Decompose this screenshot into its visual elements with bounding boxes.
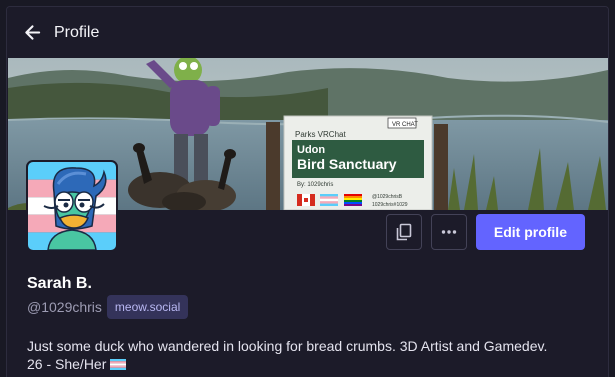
sign-line1: Udon xyxy=(297,144,325,156)
profile-panel: Profile Parks VRChat VR CHAT Udon Bird S… xyxy=(6,6,609,377)
page-title: Profile xyxy=(54,23,100,41)
copy-icon xyxy=(396,223,412,241)
sign-line2: Bird Sanctuary xyxy=(297,156,397,172)
display-name: Sarah B. xyxy=(27,275,92,292)
sign-credit: By: 1029chris xyxy=(297,182,333,188)
domain-badge[interactable]: meow.social xyxy=(106,295,189,319)
bio-line-1: Just some duck who wandered in looking f… xyxy=(27,338,548,354)
more-options-button[interactable] xyxy=(430,214,467,250)
sign-badge: VR CHAT xyxy=(392,122,418,128)
profile-bio: Just some duck who wandered in looking f… xyxy=(27,337,547,373)
sign-social-2: 1029chris#1029 xyxy=(372,202,408,208)
header-bar: Profile xyxy=(7,7,608,58)
ellipsis-icon xyxy=(441,230,457,234)
trans-flag-icon xyxy=(110,359,127,370)
back-button[interactable]: Profile xyxy=(23,23,99,42)
account-handle[interactable]: @1029chris xyxy=(27,299,102,315)
sign-brand: Parks VRChat xyxy=(295,130,346,139)
arrow-left-icon xyxy=(25,25,41,40)
edit-profile-button[interactable]: Edit profile xyxy=(475,214,585,250)
avatar[interactable] xyxy=(26,160,118,252)
bio-line-2: 26 - She/Her xyxy=(27,356,107,372)
duck-avatar-icon xyxy=(28,162,116,250)
profile-actions: Edit profile xyxy=(385,214,585,250)
sign-social-1: @1029chrisB xyxy=(372,194,403,200)
bio-line-2-row: 26 - She/Her xyxy=(27,355,547,373)
copy-link-button[interactable] xyxy=(385,214,422,250)
account-handle-row: @1029chris meow.social xyxy=(27,295,189,319)
